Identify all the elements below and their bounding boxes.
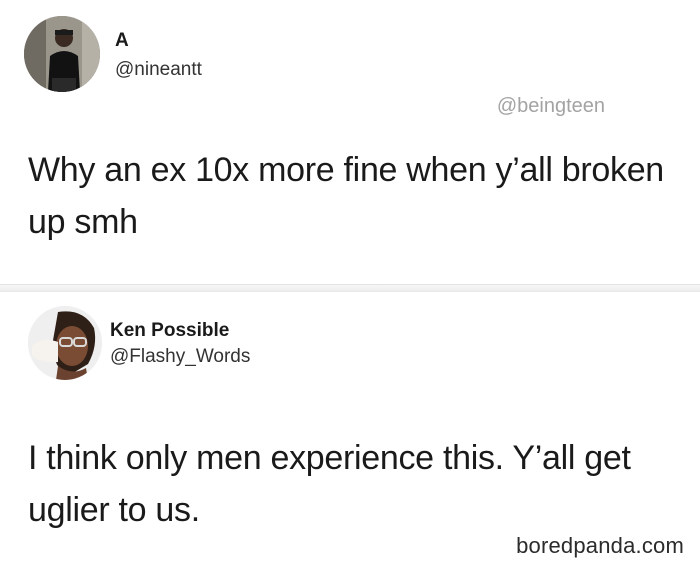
avatar[interactable] [28,306,102,380]
tweet-card-1: A @nineantt @beingteen Why an ex 10x mor… [0,0,700,284]
user-handle[interactable]: @Flashy_Words [110,346,250,368]
tweet-text: I think only men experience this. Y’all … [28,439,631,529]
avatar-photo-icon [24,16,100,92]
tweet-card-2: Ken Possible @Flashy_Words I think only … [0,292,700,567]
display-name[interactable]: A [115,30,129,52]
display-name[interactable]: Ken Possible [110,320,229,342]
user-handle[interactable]: @nineantt [115,59,202,81]
source-credit: @beingteen [496,95,605,117]
tweet-divider [0,284,700,292]
avatar-photo-icon [28,306,102,380]
avatar[interactable] [24,16,100,92]
screenshot-page: A @nineantt @beingteen Why an ex 10x mor… [0,0,700,567]
tweet-text: Why an ex 10x more fine when y’all broke… [28,151,664,241]
watermark: boredpanda.com [516,533,684,558]
